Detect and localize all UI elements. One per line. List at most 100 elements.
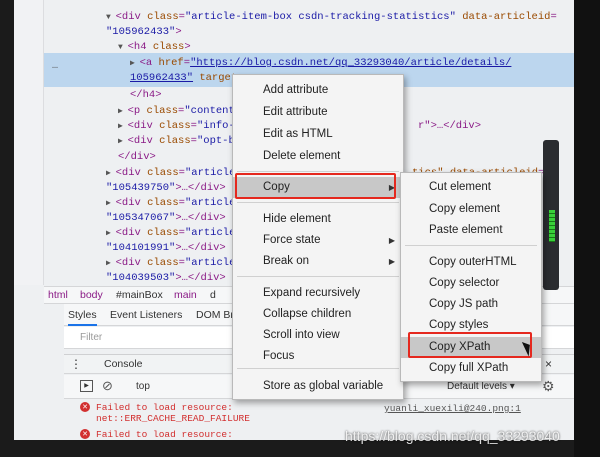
menu-item-label: Break on [263,255,310,267]
copy-menu-item-cut-element[interactable]: Cut element [401,177,541,198]
close-icon[interactable]: × [545,357,552,371]
context-menu-item-expand-recursively[interactable]: Expand recursively [233,283,403,304]
error-line-1: Failed to load resource: [96,402,233,413]
dom-node-line[interactable]: ▶ <p class="content" [118,104,241,119]
dom-token: class [147,11,179,23]
dom-node-line[interactable]: ▶ <div class="article [106,226,235,241]
expand-triangle-icon[interactable]: ▶ [106,229,116,238]
dom-node-line[interactable]: ▼ <h4 class> [118,40,191,55]
context-selector[interactable]: top [136,381,150,392]
tab-event-listeners[interactable]: Event Listeners [110,309,182,321]
dom-token: class [159,135,191,147]
dom-token: >…</div> [175,242,226,254]
breadcrumb-d[interactable]: d [210,289,216,301]
log-levels-dropdown[interactable]: Default levels ▾ [447,381,515,392]
context-menu-item-hide-element[interactable]: Hide element [233,209,403,230]
dom-token: data-articleid [462,11,551,23]
dom-node-line[interactable]: </div> [118,150,156,165]
dom-token: <a [139,57,159,69]
submenu-arrow-icon: ▶ [388,257,395,266]
copy-menu-item-copy-full-xpath[interactable]: Copy full XPath [401,358,541,379]
expand-triangle-icon[interactable]: ▶ [130,59,140,68]
expand-triangle-icon[interactable]: ▶ [118,122,128,131]
dom-node-line[interactable]: ▶ <a href="https://blog.csdn.net/qq_3329… [130,56,511,71]
expand-triangle-icon[interactable]: ▶ [106,259,116,268]
context-menu-item-store-as-global-variable[interactable]: Store as global variable [233,376,403,397]
dom-token: class [159,120,191,132]
dom-token: <div [127,135,160,147]
breadcrumb-body[interactable]: body [80,289,103,301]
dom-node-line[interactable]: ▶ <div class="opt-bo [118,134,241,149]
context-menu-item-focus[interactable]: Focus [233,346,403,367]
copy-menu-item-paste-element[interactable]: Paste element [401,220,541,241]
dom-token: <div [115,197,148,209]
menu-item-label: Copy outerHTML [429,256,517,268]
context-menu-item-edit-attribute[interactable]: Edit attribute [233,102,403,123]
dom-token: >…</div> [175,212,226,224]
context-menu-item-collapse-children[interactable]: Collapse children [233,304,403,325]
dom-node-fragment: r">…</div> [418,119,481,134]
dom-node-line[interactable]: ▶ <div class="article [106,196,235,211]
breadcrumb-mainbox[interactable]: #mainBox [116,289,163,301]
dom-node-line[interactable]: "105962433"> [106,25,182,40]
dom-token: > [184,41,191,53]
dom-token: >…</div> [175,272,226,284]
expand-triangle-icon[interactable]: ▶ [106,169,116,178]
dom-node-line[interactable]: "105347067">…</div> [106,211,226,226]
dom-node-line[interactable]: "104101991">…</div> [106,241,226,256]
gear-icon[interactable]: ⚙ [542,378,555,395]
copy-menu-item-copy-element[interactable]: Copy element [401,199,541,220]
expand-triangle-icon[interactable]: ▶ [118,107,128,116]
clear-console-icon[interactable]: ⊘ [102,378,113,394]
dom-token: "article [184,197,236,209]
error-source-link[interactable]: yuanli_xuexili@240.png:1 [384,403,521,414]
dom-token: = [550,11,557,23]
menu-separator [237,276,399,277]
breadcrumb-html[interactable]: html [48,289,68,301]
tab-styles[interactable]: Styles [68,309,97,326]
copy-menu-item-copy-selector[interactable]: Copy selector [401,273,541,294]
copy-menu-item-copy-outerhtml[interactable]: Copy outerHTML [401,252,541,273]
context-menu-item-break-on[interactable]: Break on ▶ [233,251,403,272]
expand-triangle-icon[interactable]: ▶ [118,137,128,146]
menu-item-label: Delete element [263,150,341,162]
dom-node-line[interactable]: ▼ <div class = "article-item-box csdn-trac… [106,10,557,25]
context-menu-item-force-state[interactable]: Force state ▶ [233,230,403,251]
dom-node-line[interactable]: ▶ <div class="info-b [118,119,241,134]
context-menu-item-scroll-into-view[interactable]: Scroll into view [233,325,403,346]
dom-token: >…</div> [175,182,226,194]
expand-triangle-icon[interactable]: ▼ [118,43,128,52]
dom-node-line[interactable]: "104039503">…</div> [106,271,226,286]
monitor-bezel [574,0,600,457]
copy-menu-item-copy-js-path[interactable]: Copy JS path [401,294,541,315]
console-sidebar-icon[interactable]: ▶ [80,380,93,392]
menu-item-label: Edit as HTML [263,128,333,140]
submenu-arrow-icon: ▶ [388,236,395,245]
tab-dom-breakpoints[interactable]: DOM Br [196,309,234,321]
dom-node-line[interactable]: ▶ <div class="article [106,256,235,271]
watermark: https://blog.csdn.net/qq_33293040 [345,428,560,444]
context-menu-item-add-attribute[interactable]: Add attribute [233,80,403,101]
dom-node-line[interactable]: 105962433" target [130,71,237,86]
expand-triangle-icon[interactable]: ▼ [106,13,116,22]
menu-separator [237,171,399,172]
filter-input[interactable]: Filter [80,332,102,343]
dom-token: "article-item-box csdn-tracking-statisti… [184,11,456,23]
dom-node-line[interactable]: "105439750">…</div> [106,181,226,196]
menu-separator [237,368,399,369]
context-menu-item-edit-as-html[interactable]: Edit as HTML [233,124,403,145]
context-menu-item-delete-element[interactable]: Delete element [233,146,403,167]
dom-token: "https://blog.csdn.net/qq_33293040/artic… [190,57,512,69]
breadcrumb-main[interactable]: main [174,289,197,301]
expand-triangle-icon[interactable]: ▶ [106,199,116,208]
dom-token: <div [127,120,160,132]
dom-token: <div [115,227,148,239]
error-line-2: net::ERR_CACHE_READ_FAILURE [96,413,250,424]
element-context-menu: Add attribute Edit attribute Edit as HTML D… [232,74,404,400]
kebab-menu-icon[interactable]: ⋮ [70,357,82,371]
dom-node-line[interactable]: </h4> [130,88,162,103]
node-ellipsis[interactable]: … [52,61,58,72]
dom-node-line[interactable]: ▶ <div class="article [106,166,235,181]
dom-token: <div [115,11,148,23]
tab-console[interactable]: Console [104,358,143,370]
